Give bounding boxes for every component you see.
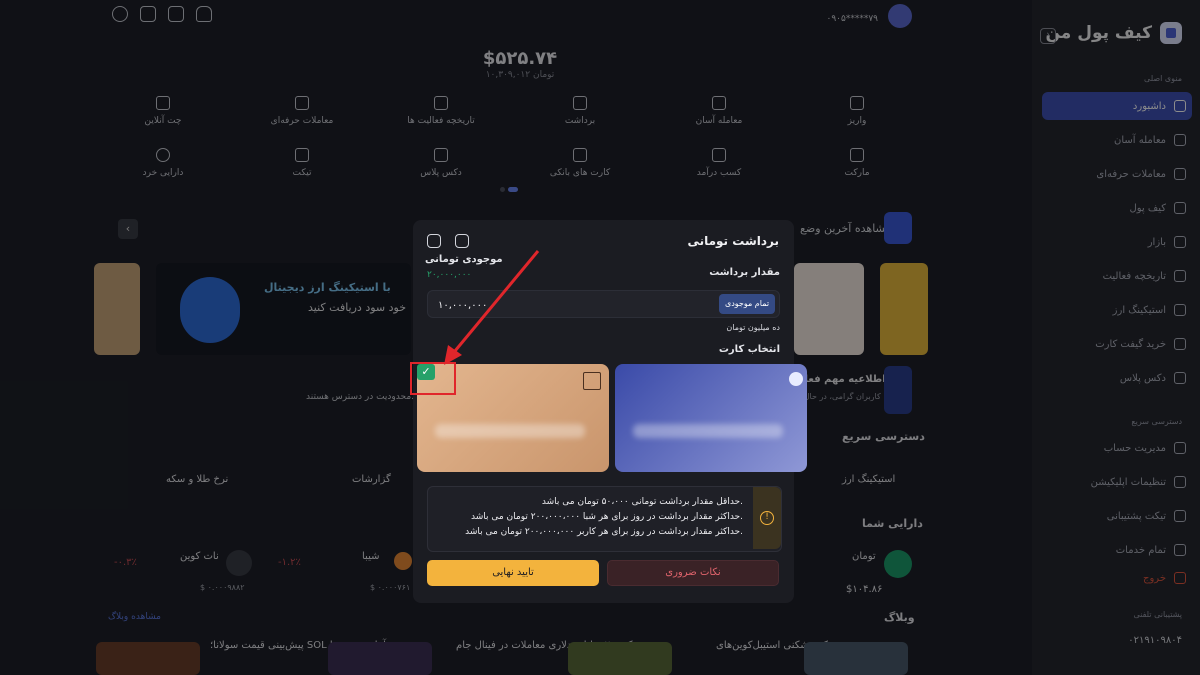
annotation-arrow-icon — [444, 250, 540, 365]
limit-note: حداکثر مقدار برداشت در روز برای هر شبا ۲… — [470, 512, 743, 522]
limit-note: حداقل مقدار برداشت تومانی ۵۰،۰۰۰ تومان م… — [541, 497, 743, 507]
bank-card[interactable] — [615, 364, 807, 472]
card-number-blurred — [435, 424, 585, 438]
modal-title: برداشت تومانی — [687, 234, 779, 248]
limit-note: حداکثر مقدار برداشت در روز برای هر کاربر… — [465, 527, 743, 537]
warning-panel: ! — [753, 487, 781, 549]
warning-icon: ! — [760, 511, 774, 525]
bank-logo-icon — [789, 372, 803, 386]
confirm-button[interactable]: تایید نهایی — [427, 560, 599, 586]
all-balance-button[interactable]: تمام موجودی — [719, 294, 775, 314]
card-number-blurred — [633, 424, 783, 438]
limits-info-box: ! حداقل مقدار برداشت تومانی ۵۰،۰۰۰ تومان… — [427, 486, 782, 552]
amount-label: مقدار برداشت — [709, 267, 780, 278]
select-card-label: انتخاب کارت — [718, 344, 780, 355]
important-notes-button[interactable]: نکات ضروری — [607, 560, 779, 586]
bank-logo-icon — [583, 372, 601, 390]
amount-in-words: ده میلیون تومان — [726, 323, 780, 332]
